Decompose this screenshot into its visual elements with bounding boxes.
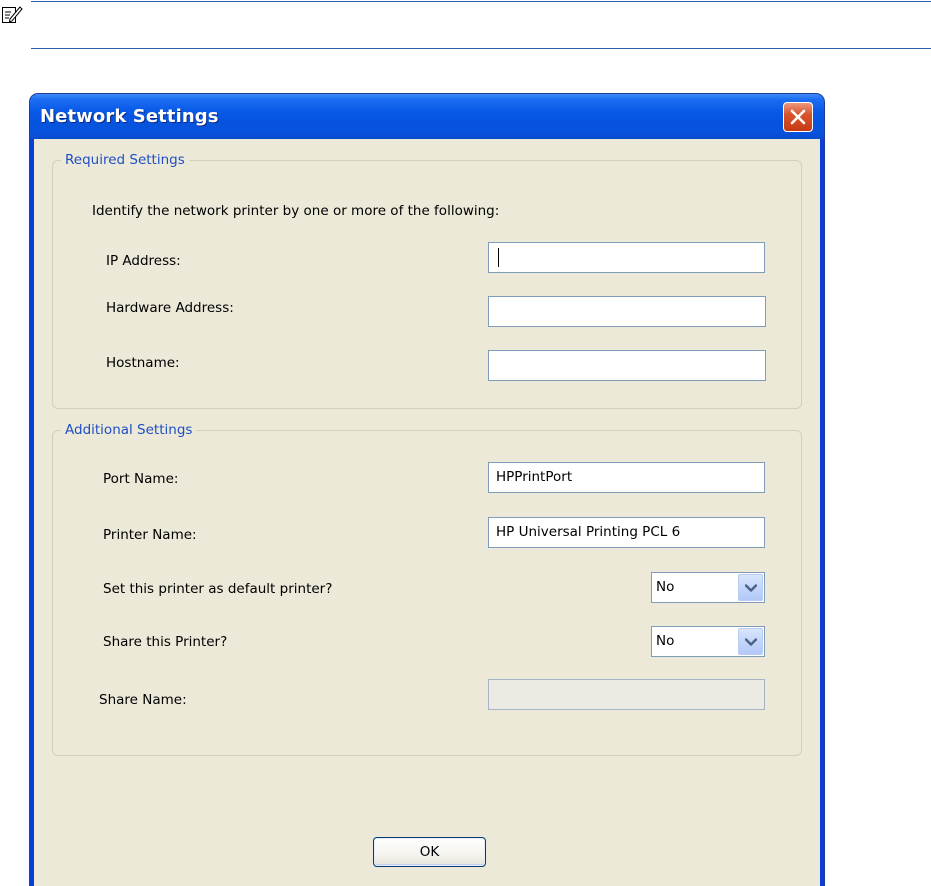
required-settings-legend: Required Settings xyxy=(61,151,189,169)
share-printer-value: No xyxy=(656,633,675,649)
note-top-rule xyxy=(31,1,931,2)
printer-name-field[interactable]: HP Universal Printing PCL 6 xyxy=(488,517,765,548)
default-printer-value: No xyxy=(656,579,675,595)
port-name-label: Port Name: xyxy=(103,471,179,487)
share-name-label: Share Name: xyxy=(99,692,187,708)
port-name-field[interactable]: HPPrintPort xyxy=(488,462,765,493)
ip-address-label: IP Address: xyxy=(106,253,181,269)
default-printer-select[interactable]: No xyxy=(651,572,765,603)
network-settings-dialog: Network Settings Required Settings Ident… xyxy=(30,94,824,886)
printer-name-label: Printer Name: xyxy=(103,527,197,543)
default-printer-label: Set this printer as default printer? xyxy=(103,581,333,597)
note-pencil-icon xyxy=(1,4,23,24)
instruction-text: Identify the network printer by one or m… xyxy=(92,203,500,219)
share-printer-label: Share this Printer? xyxy=(103,634,228,650)
text-caret xyxy=(498,248,499,267)
ok-button[interactable]: OK xyxy=(373,837,486,867)
title-bar[interactable]: Network Settings xyxy=(30,94,824,139)
hostname-field[interactable] xyxy=(488,350,766,381)
share-printer-select[interactable]: No xyxy=(651,626,765,657)
share-printer-dropdown-button[interactable] xyxy=(738,628,763,655)
chevron-down-icon xyxy=(745,584,757,592)
dialog-title: Network Settings xyxy=(40,106,219,127)
ip-address-field[interactable] xyxy=(488,242,765,273)
hardware-address-field[interactable] xyxy=(488,296,766,327)
default-printer-dropdown-button[interactable] xyxy=(738,574,763,601)
port-name-value: HPPrintPort xyxy=(496,469,573,485)
additional-settings-legend: Additional Settings xyxy=(61,421,197,439)
hostname-label: Hostname: xyxy=(106,355,180,371)
close-button[interactable] xyxy=(783,102,813,132)
chevron-down-icon xyxy=(745,638,757,646)
share-name-field[interactable] xyxy=(488,679,765,710)
printer-name-value: HP Universal Printing PCL 6 xyxy=(496,524,681,540)
close-icon xyxy=(790,109,806,125)
note-bottom-rule xyxy=(31,48,931,49)
hardware-address-label: Hardware Address: xyxy=(106,300,234,316)
dialog-client-area: Required Settings Identify the network p… xyxy=(34,139,820,886)
